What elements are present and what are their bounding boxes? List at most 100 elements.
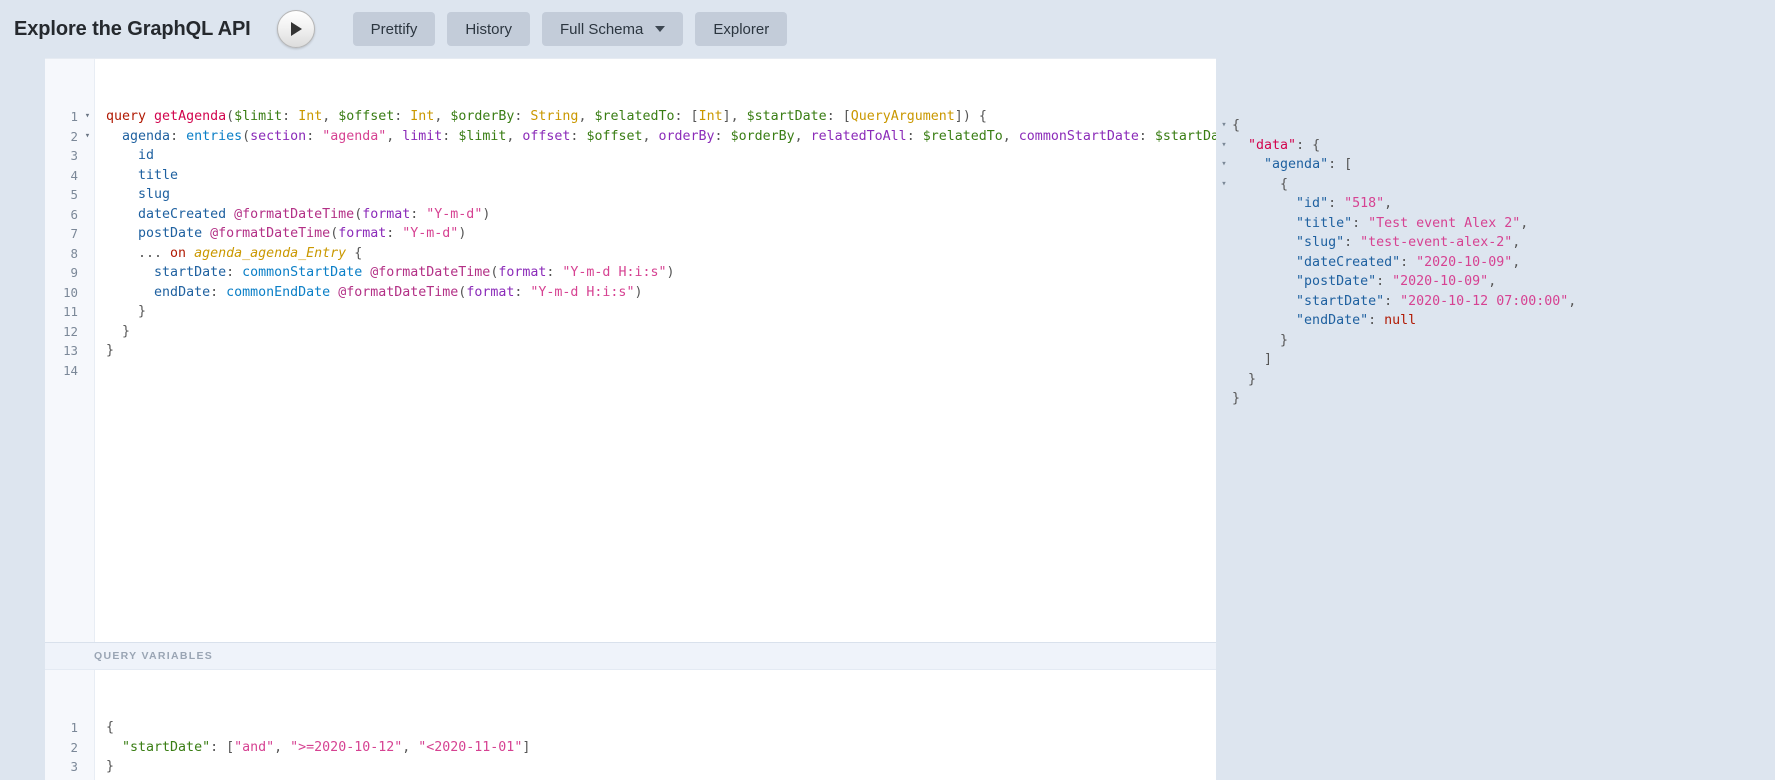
code-token: ,: [402, 739, 419, 755]
code-line: 3 id: [45, 146, 1216, 166]
gutter-divider: [94, 146, 95, 166]
code-token: ,: [1512, 254, 1521, 270]
code-line: 1 ▾ query getAgenda($limit: Int, $offset: …: [45, 107, 1216, 127]
result-line: ]: [1216, 350, 1775, 370]
code-token: $offset: [586, 128, 643, 144]
execute-query-button[interactable]: [276, 10, 315, 48]
code-token: ,: [386, 128, 403, 144]
editor-and-result-panes: 1 ▾ query getAgenda($limit: Int, $offset: …: [0, 58, 1775, 780]
line-number: 1: [70, 720, 78, 735]
code-line: 12 }: [45, 321, 1216, 341]
fold-toggle-icon[interactable]: ▾: [81, 107, 94, 127]
gutter-divider: [94, 282, 95, 302]
gutter-divider: [94, 243, 95, 263]
result-line-text: "startDate": "2020-10-12 07:00:00",: [1232, 292, 1775, 312]
fold-toggle-icon[interactable]: ▾: [1216, 136, 1232, 156]
code-token: ">=2020-10-12": [290, 739, 403, 755]
result-line-text: ]: [1232, 350, 1775, 370]
code-line: 1{: [45, 718, 1216, 738]
query-variables-header[interactable]: QUERY VARIABLES: [45, 642, 1216, 670]
gutter-divider: [94, 185, 95, 205]
full-schema-dropdown[interactable]: Full Schema: [542, 12, 684, 46]
gutter-divider: [94, 204, 95, 224]
code-line-text: "startDate": ["and", ">=2020-10-12", "<2…: [106, 738, 1216, 758]
prettify-button[interactable]: Prettify: [352, 12, 436, 46]
code-token: ,: [322, 109, 339, 124]
code-token: ,: [434, 109, 451, 124]
code-token: commonStartDate: [1018, 128, 1139, 144]
code-token: $relatedTo: [594, 109, 675, 124]
result-line: "title": "Test event Alex 2",: [1216, 214, 1775, 234]
result-line-text: {: [1232, 175, 1775, 195]
code-token: {: [106, 720, 115, 735]
code-token: postDate: [138, 226, 203, 241]
line-number: 3: [70, 148, 78, 163]
code-line: 13}: [45, 341, 1216, 361]
fold-toggle-icon[interactable]: ▾: [1216, 155, 1232, 175]
code-token: ,: [578, 109, 595, 124]
code-token: endDate: [154, 284, 211, 300]
code-token: @formatDateTime: [338, 284, 459, 300]
code-token: $limit: [234, 109, 283, 124]
code-token: ): [458, 226, 467, 241]
history-button[interactable]: History: [447, 12, 530, 46]
code-token: ,: [1512, 235, 1521, 250]
code-token: ,: [730, 109, 747, 124]
result-line-text: }: [1232, 331, 1775, 351]
line-number: 2: [70, 128, 78, 144]
line-number: 14: [63, 362, 78, 378]
code-line: 3}: [45, 757, 1216, 777]
graphiql-app: Explore the GraphQL API Prettify History…: [0, 0, 1775, 780]
code-token: QueryArgument: [850, 109, 955, 124]
code-line-text: ... on agenda_agenda_Entry {: [106, 244, 1216, 264]
line-number: 1: [70, 109, 78, 124]
code-line-text: }: [106, 757, 1216, 777]
query-editor[interactable]: 1 ▾ query getAgenda($limit: Int, $offset: …: [45, 59, 1216, 642]
result-line-text: {: [1232, 116, 1775, 136]
code-token: "<2020-11-01": [418, 739, 523, 755]
code-token: (: [330, 226, 339, 241]
code-token: {: [1232, 176, 1289, 192]
code-token: "slug": [1296, 235, 1345, 250]
code-token: dateCreated: [138, 206, 227, 222]
fold-toggle-icon[interactable]: ▾: [1216, 116, 1232, 136]
line-number: 3: [70, 759, 78, 774]
query-variables-lines: 1{2 "startDate": ["and", ">=2020-10-12",…: [45, 709, 1216, 777]
code-token: "agenda": [322, 128, 387, 144]
code-token: title: [138, 167, 179, 183]
explorer-button[interactable]: Explorer: [695, 12, 788, 46]
code-token: ]: [522, 739, 531, 755]
gutter-divider: [94, 165, 95, 185]
code-line-text: startDate: commonStartDate @formatDateTi…: [106, 263, 1216, 283]
code-line-text: dateCreated @formatDateTime(format: "Y-m…: [106, 205, 1216, 225]
query-variables-editor[interactable]: 1{2 "startDate": ["and", ">=2020-10-12",…: [45, 670, 1216, 780]
code-line: 2 ▾ agenda: entries(section: "agenda", li…: [45, 126, 1216, 147]
gutter-divider: [94, 321, 95, 341]
code-line-text: postDate @formatDateTime(format: "Y-m-d"…: [106, 224, 1216, 244]
result-viewer[interactable]: ▾{▾ "data": {▾ "agenda": [▾ { "id": "518…: [1216, 58, 1775, 780]
fold-toggle-icon[interactable]: ▾: [1216, 175, 1232, 195]
code-token: "Y-m-d H:i:s": [562, 265, 667, 280]
code-token: "startDate": [1296, 293, 1385, 309]
result-line: ▾{: [1216, 116, 1775, 136]
code-line-text: agenda: entries(section: "agenda", limit…: [106, 127, 1216, 147]
code-token: :: [226, 265, 243, 280]
full-schema-label: Full Schema: [560, 20, 644, 38]
result-line: "endDate": null: [1216, 311, 1775, 331]
code-token: :: [210, 739, 227, 755]
code-token: agenda_agenda_Entry: [194, 245, 347, 261]
history-label: History: [465, 20, 512, 38]
code-token: {: [1232, 118, 1241, 133]
code-token: $offset: [338, 109, 395, 124]
code-token: format: [338, 226, 387, 241]
fold-toggle-icon[interactable]: ▾: [81, 127, 94, 147]
code-line-text: endDate: commonEndDate @formatDateTime(f…: [106, 283, 1216, 303]
